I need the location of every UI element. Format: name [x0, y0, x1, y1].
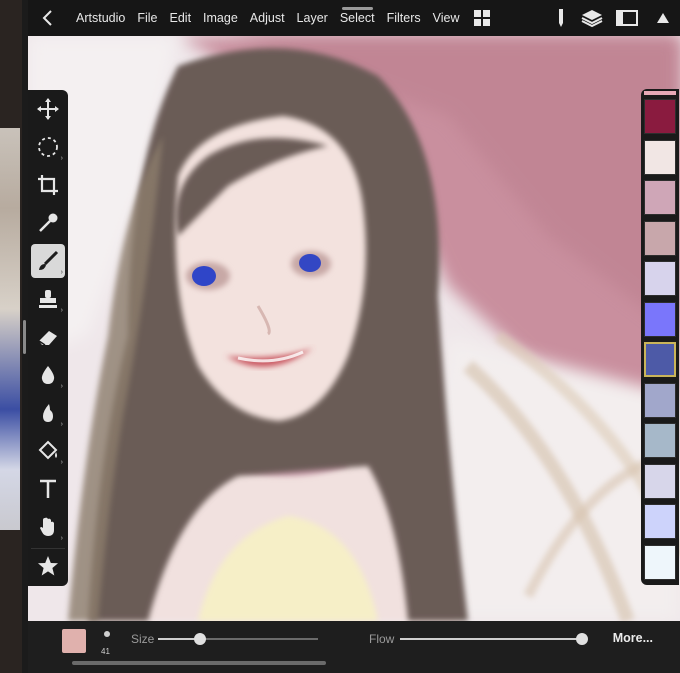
flow-label: Flow — [369, 632, 395, 646]
color-swatch[interactable] — [644, 504, 676, 539]
crop-icon[interactable] — [31, 168, 65, 202]
color-swatch[interactable] — [644, 139, 676, 175]
size-slider[interactable] — [158, 633, 318, 645]
menu-view[interactable]: View — [427, 0, 466, 36]
tool-palette: › › › › › › › — [28, 90, 68, 586]
size-slider-knob[interactable] — [193, 633, 206, 645]
home-indicator — [72, 661, 326, 665]
text-icon[interactable] — [31, 472, 65, 506]
color-swatch[interactable] — [644, 544, 676, 580]
color-swatch[interactable] — [644, 423, 676, 458]
left-app-photo — [0, 128, 20, 530]
current-color-chip[interactable] — [62, 629, 86, 653]
palette-top-strip — [644, 91, 676, 95]
window-icon[interactable] — [616, 8, 638, 28]
color-swatch[interactable] — [644, 261, 676, 296]
brush-settings-bar: 41 Size Flow More... — [28, 621, 680, 673]
eraser-icon[interactable] — [31, 320, 65, 354]
grid-icon[interactable] — [465, 0, 499, 36]
app-title[interactable]: Artstudio — [70, 0, 131, 36]
size-label: Size — [131, 632, 155, 646]
menu-edit[interactable]: Edit — [164, 0, 198, 36]
menu-file[interactable]: File — [131, 0, 163, 36]
drawing-canvas[interactable]: › › › › › › › — [28, 36, 680, 621]
flow-slider[interactable] — [400, 633, 588, 645]
color-swatch[interactable] — [644, 99, 676, 134]
menu-image[interactable]: Image — [197, 0, 244, 36]
menu-layer[interactable]: Layer — [291, 0, 334, 36]
lasso-icon[interactable]: › — [31, 130, 65, 164]
color-swatch[interactable] — [644, 382, 676, 418]
color-palette — [641, 89, 679, 585]
drop-icon[interactable]: › — [31, 358, 65, 392]
stamp-icon[interactable]: › — [31, 282, 65, 316]
color-swatch[interactable] — [644, 301, 676, 337]
color-swatch[interactable] — [644, 463, 676, 499]
bucket-icon[interactable]: › — [31, 434, 65, 468]
flame-drop-icon[interactable]: › — [31, 396, 65, 430]
color-swatch[interactable] — [644, 342, 676, 377]
menu-bar: Artstudio File Edit Image Adjust Layer S… — [28, 0, 680, 36]
triangle-up-icon[interactable] — [652, 8, 674, 28]
brush-icon[interactable]: › — [31, 244, 65, 278]
color-swatch[interactable] — [644, 220, 676, 256]
eyedropper-icon[interactable] — [31, 206, 65, 240]
divider-handle[interactable] — [23, 320, 26, 354]
chevron-left-icon[interactable] — [38, 8, 58, 28]
menu-select[interactable]: Select — [334, 0, 381, 36]
layers-icon[interactable] — [581, 8, 603, 28]
brush-preview[interactable] — [104, 631, 110, 637]
more-button[interactable]: More... — [613, 631, 653, 645]
brush-size-value: 41 — [101, 647, 110, 656]
menu-adjust[interactable]: Adjust — [244, 0, 291, 36]
menu-items: Artstudio File Edit Image Adjust Layer S… — [70, 0, 499, 36]
hand-icon[interactable]: › — [31, 510, 65, 544]
artwork — [28, 36, 680, 621]
star-icon[interactable] — [31, 548, 65, 583]
move-icon[interactable] — [31, 92, 65, 126]
color-swatch[interactable] — [644, 180, 676, 215]
split-view-left-app[interactable] — [0, 0, 22, 673]
menu-filters[interactable]: Filters — [381, 0, 427, 36]
artstudio-app: Artstudio File Edit Image Adjust Layer S… — [28, 0, 680, 673]
pencil-icon[interactable] — [550, 8, 572, 28]
flow-slider-knob[interactable] — [576, 633, 588, 645]
